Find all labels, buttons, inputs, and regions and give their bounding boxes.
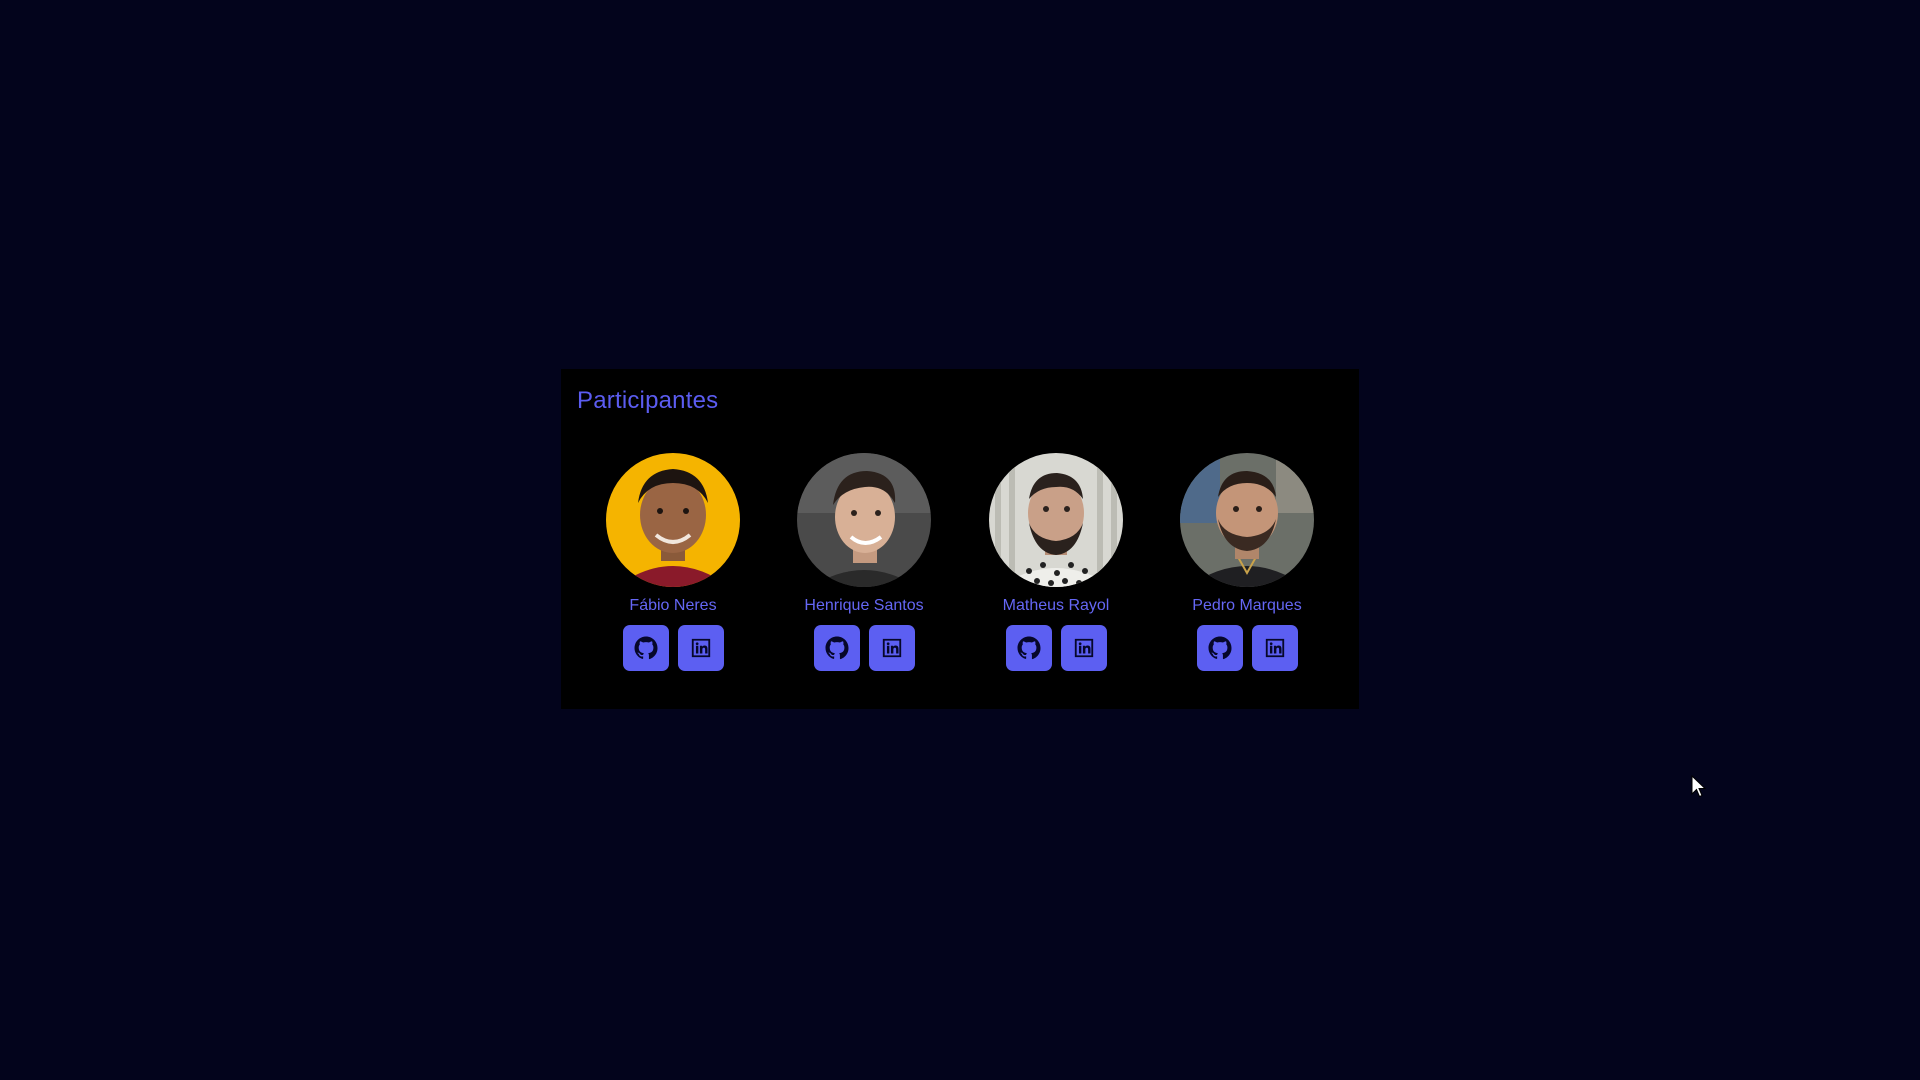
- github-button[interactable]: [1196, 625, 1243, 671]
- github-icon: [825, 636, 849, 660]
- participant-name: Pedro Marques: [1192, 597, 1302, 614]
- participant-name: Matheus Rayol: [1002, 597, 1110, 614]
- linkedin-icon: [1073, 637, 1095, 659]
- avatar: [606, 453, 740, 587]
- participants-list: Fábio Neres Henrique Santos Matheus Rayo…: [561, 453, 1359, 673]
- linkedin-button[interactable]: [1060, 625, 1107, 671]
- social-links: [966, 625, 1146, 671]
- github-button[interactable]: [622, 625, 669, 671]
- participant-name: Henrique Santos: [804, 597, 924, 614]
- github-icon: [1017, 636, 1041, 660]
- github-button[interactable]: [813, 625, 860, 671]
- github-icon: [634, 636, 658, 660]
- linkedin-button[interactable]: [868, 625, 915, 671]
- social-links: [583, 625, 763, 671]
- social-links: [1157, 625, 1337, 671]
- section-title: Participantes: [577, 387, 719, 414]
- participant-card: Henrique Santos: [774, 453, 954, 673]
- participant-card: Pedro Marques: [1157, 453, 1337, 673]
- participants-card: Participantes Fábio Neres Henrique Santo…: [561, 369, 1359, 709]
- github-icon: [1208, 636, 1232, 660]
- avatar: [797, 453, 931, 587]
- linkedin-button[interactable]: [677, 625, 724, 671]
- page: Participantes Fábio Neres Henrique Santo…: [0, 0, 1920, 1080]
- participant-card: Fábio Neres: [583, 453, 763, 673]
- linkedin-icon: [881, 637, 903, 659]
- github-button[interactable]: [1005, 625, 1052, 671]
- participant-name: Fábio Neres: [629, 597, 717, 614]
- social-links: [774, 625, 954, 671]
- participant-card: Matheus Rayol: [966, 453, 1146, 673]
- mouse-cursor-icon: [1691, 774, 1707, 799]
- avatar: [989, 453, 1123, 587]
- linkedin-icon: [1264, 637, 1286, 659]
- linkedin-icon: [690, 637, 712, 659]
- linkedin-button[interactable]: [1251, 625, 1298, 671]
- avatar: [1180, 453, 1314, 587]
